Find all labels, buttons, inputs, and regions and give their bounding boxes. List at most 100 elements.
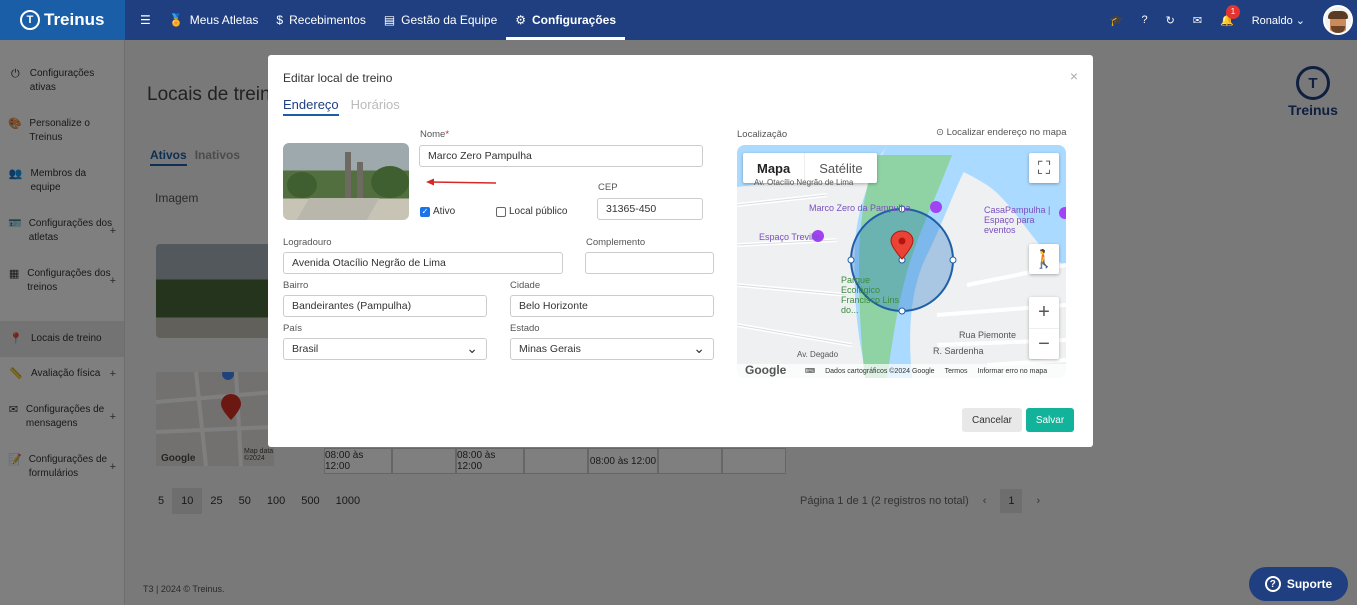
- graduation-cap-icon[interactable]: 🎓: [1110, 14, 1124, 27]
- zoom-control: + −: [1029, 297, 1059, 359]
- neighborhood-label: Bairro: [283, 280, 309, 291]
- city-label: Cidade: [510, 280, 541, 291]
- checkbox-unchecked-icon: [496, 206, 506, 217]
- close-icon[interactable]: ×: [1070, 68, 1078, 84]
- tab-endereco[interactable]: Endereço: [283, 97, 339, 116]
- modal-title: Editar local de treino: [283, 71, 393, 85]
- street-view-pegman[interactable]: 🚶: [1029, 244, 1059, 274]
- nav-recebimentos[interactable]: $ Recebimentos: [267, 0, 374, 40]
- avatar[interactable]: [1323, 5, 1353, 35]
- map-attribution: ⌨ Dados cartográficos ©2024 Google Termo…: [737, 364, 1066, 378]
- map-terms-link[interactable]: Termos: [945, 368, 968, 375]
- nav-right-tools: 🎓 ? ↻ ✉ 🔔 1 Ronaldo ⌄: [1110, 0, 1357, 40]
- dollar-icon: $: [276, 13, 284, 27]
- map-label-espaco-treville: Espaço Treville: [759, 232, 821, 242]
- modal-tabs: Endereço Horários: [283, 97, 400, 116]
- active-checkbox[interactable]: ✓ Ativo: [420, 206, 455, 217]
- photo-path-shape: [296, 198, 380, 220]
- tab-horarios[interactable]: Horários: [351, 97, 400, 116]
- question-icon: ?: [1264, 576, 1281, 592]
- nav-label: Configurações: [532, 13, 617, 27]
- locate-address-label: Localizar endereço no mapa: [946, 127, 1067, 138]
- neighborhood-input[interactable]: Bandeirantes (Pampulha): [283, 295, 487, 317]
- location-photo[interactable]: [283, 143, 409, 220]
- fullscreen-icon: ⛶: [1037, 157, 1051, 178]
- map-label-marco-zero: Marco Zero da Pampulha: [809, 203, 911, 213]
- edit-location-modal: Editar local de treino × Endereço Horári…: [268, 55, 1093, 447]
- support-label: Suporte: [1286, 577, 1333, 591]
- minus-icon: −: [1038, 332, 1050, 355]
- refresh-icon[interactable]: ↻: [1166, 14, 1175, 27]
- zoom-in-button[interactable]: +: [1029, 297, 1059, 328]
- gears-icon: ⚙: [515, 13, 527, 27]
- complement-label: Complemento: [586, 237, 646, 248]
- menu-toggle-button[interactable]: ☰: [131, 0, 160, 40]
- map-data-credit: Dados cartográficos ©2024 Google: [825, 367, 935, 375]
- cancel-button[interactable]: Cancelar: [962, 408, 1022, 432]
- photo-tree-shape: [287, 172, 317, 198]
- red-arrow-annotation: [426, 178, 497, 186]
- plus-icon: +: [1038, 301, 1050, 323]
- map-label-rua-piemonte: Rua Piemonte: [959, 330, 1017, 340]
- photo-pole-shape: [357, 162, 363, 198]
- keyboard-icon[interactable]: ⌨: [805, 367, 815, 375]
- active-checkbox-label: Ativo: [433, 206, 456, 217]
- crosshair-icon: ⊙: [936, 127, 944, 138]
- street-input[interactable]: Avenida Otacílio Negrão de Lima: [283, 252, 563, 274]
- notifications-button[interactable]: 🔔 1: [1220, 4, 1241, 27]
- nav-label: Meus Atletas: [189, 13, 259, 27]
- medal-icon: 🏅: [168, 13, 184, 27]
- google-logo: Google: [745, 363, 787, 377]
- chevron-down-icon: ⌄: [1295, 14, 1305, 27]
- map-label-casa-pampulha: CasaPampulha | Espaço para eventos: [984, 205, 1051, 235]
- help-icon[interactable]: ?: [1141, 14, 1147, 26]
- save-button[interactable]: Salvar: [1026, 408, 1074, 432]
- photo-tree-shape: [371, 166, 409, 198]
- name-label: Nome*: [420, 129, 450, 140]
- complement-input[interactable]: [585, 252, 714, 274]
- map-report-link[interactable]: Informar erro no mapa: [978, 368, 1048, 375]
- brand-logo[interactable]: T Treinus: [0, 0, 125, 40]
- photo-pole-shape: [345, 152, 351, 198]
- pegman-icon: 🚶: [1032, 248, 1056, 269]
- zoom-out-button[interactable]: −: [1029, 328, 1059, 359]
- nav-label: Gestão da Equipe: [401, 13, 498, 27]
- locate-address-button[interactable]: ⊙ Localizar endereço no mapa: [936, 127, 1067, 138]
- country-label: País: [283, 323, 303, 334]
- top-navbar: T Treinus ☰ 🏅 Meus Atletas $ Recebimentos …: [0, 0, 1357, 40]
- nav-configuracoes[interactable]: ⚙ Configurações: [506, 0, 625, 40]
- public-place-checkbox[interactable]: Local público: [496, 206, 567, 217]
- location-map[interactable]: Mapa Satélite ⛶ 🚶 + − Marco Zero da Pamp…: [737, 145, 1066, 378]
- cep-label: CEP: [598, 182, 618, 193]
- notifications-badge: 1: [1226, 4, 1241, 19]
- map-label-av-degado: Av. Degado: [797, 350, 839, 359]
- checkbox-checked-icon: ✓: [420, 206, 430, 217]
- nav-label: Recebimentos: [289, 13, 366, 27]
- support-button[interactable]: ? Suporte: [1249, 567, 1348, 601]
- menu-toggle-icon: ☰: [140, 13, 151, 27]
- street-label: Logradouro: [283, 237, 332, 248]
- main-nav: ☰ 🏅 Meus Atletas $ Recebimentos ▤ Gestão da…: [131, 0, 625, 40]
- cep-input[interactable]: 31365-450: [597, 198, 703, 220]
- map-label-parque: Parque Ecológico Francisco Lins do...: [841, 275, 900, 315]
- map-label-av-otacilio: Av. Otacílio Negrão de Lima: [754, 178, 854, 187]
- mail-icon[interactable]: ✉: [1193, 14, 1202, 27]
- map-label-r-sardenha: R. Sardenha: [933, 346, 984, 356]
- location-label: Localização: [737, 129, 788, 140]
- brand-name: Treinus: [44, 10, 105, 29]
- fullscreen-button[interactable]: ⛶: [1029, 153, 1059, 183]
- country-select[interactable]: Brasil: [283, 338, 487, 360]
- state-select-value: Minas Gerais: [519, 343, 581, 355]
- state-select[interactable]: Minas Gerais: [510, 338, 714, 360]
- country-select-value: Brasil: [292, 343, 319, 355]
- city-input[interactable]: Belo Horizonte: [510, 295, 714, 317]
- state-label: Estado: [510, 323, 540, 334]
- nav-meus-atletas[interactable]: 🏅 Meus Atletas: [160, 0, 268, 40]
- newspaper-icon: ▤: [383, 13, 396, 27]
- avatar-face-icon: [1328, 11, 1348, 33]
- name-input[interactable]: Marco Zero Pampulha: [419, 145, 703, 167]
- nav-gestao-equipe[interactable]: ▤ Gestão da Equipe: [375, 0, 506, 40]
- user-name: Ronaldo: [1251, 14, 1293, 27]
- user-menu[interactable]: Ronaldo ⌄: [1252, 14, 1305, 27]
- treinus-logo-icon: T: [20, 10, 40, 30]
